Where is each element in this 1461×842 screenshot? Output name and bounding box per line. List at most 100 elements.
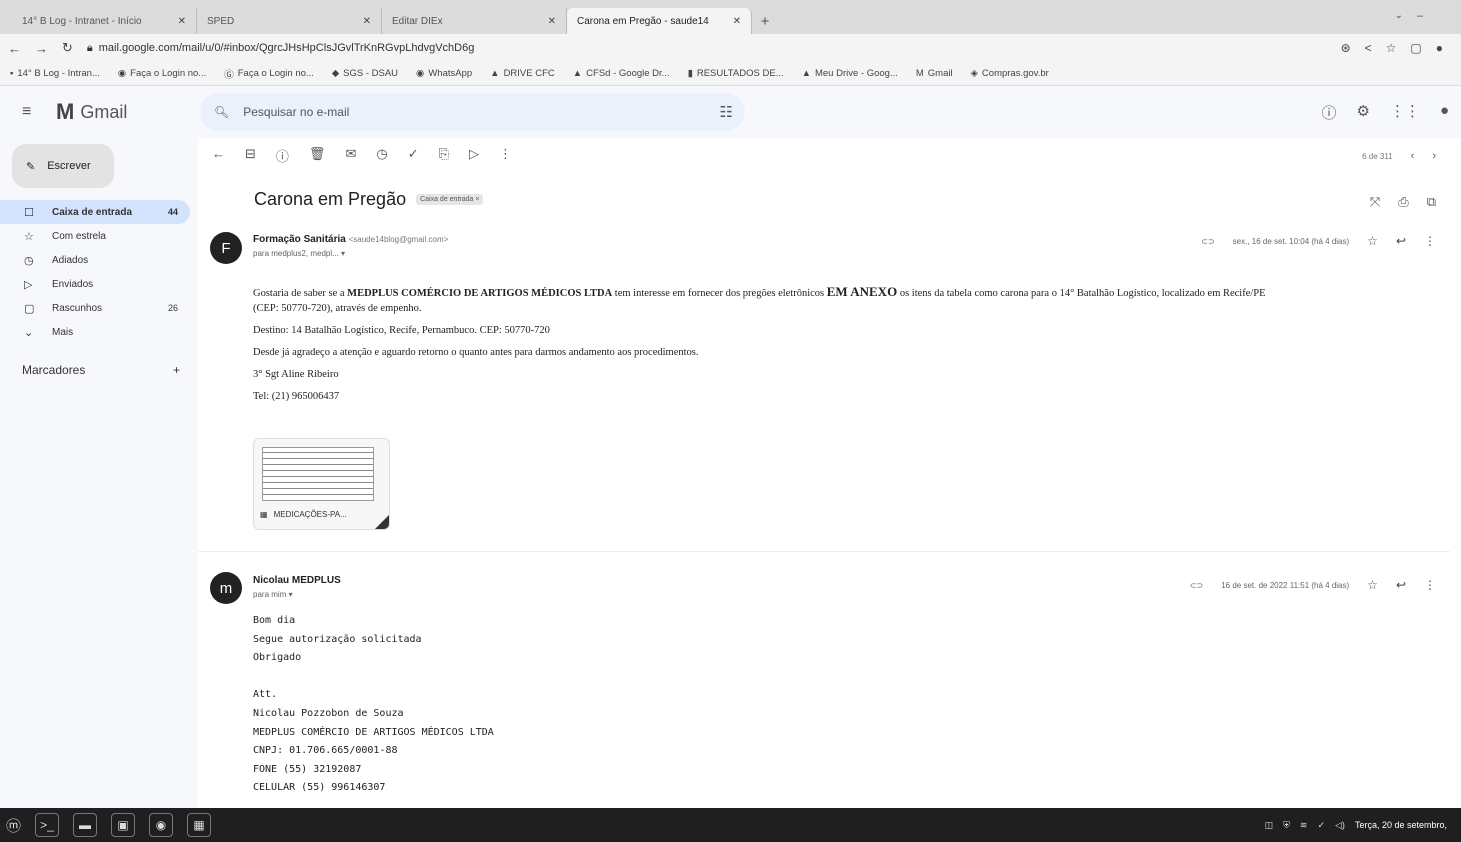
sidebar-item-more[interactable]: ⌄ Mais: [0, 320, 190, 344]
bookmark-item[interactable]: ◈ Compras.gov.br: [971, 68, 1049, 79]
reply-icon[interactable]: ↩: [1396, 578, 1406, 592]
bookmark-item[interactable]: ◉ Faça o Login no...: [118, 68, 206, 79]
tab-gmail-active[interactable]: Carona em Pregão - saude14 ✕: [567, 8, 752, 34]
tab-search-icon[interactable]: ⌄: [1395, 10, 1403, 21]
back-icon[interactable]: ←: [8, 41, 21, 56]
window-icon[interactable]: ▢: [1410, 41, 1421, 55]
inbox-tag[interactable]: Caixa de entrada ×: [416, 194, 484, 205]
delete-icon[interactable]: 🗑︎: [309, 146, 326, 165]
star-icon[interactable]: ☆: [1367, 234, 1378, 248]
bookmark-item[interactable]: ◉ WhatsApp: [416, 68, 472, 79]
settings-icon[interactable]: ⚙: [1356, 102, 1369, 123]
sender-name[interactable]: Formação Sanitária: [253, 234, 346, 245]
back-arrow-icon[interactable]: ←: [212, 146, 225, 165]
app-icon[interactable]: ▣: [111, 813, 136, 837]
forward-icon[interactable]: →: [35, 41, 48, 56]
recipients[interactable]: para medplus2, medpl... ▾: [253, 249, 345, 258]
close-icon[interactable]: ✕: [363, 16, 371, 27]
clock[interactable]: Terça, 20 de setembro,: [1355, 820, 1447, 830]
recipients[interactable]: para mim ▾: [253, 590, 293, 599]
report-spam-icon[interactable]: ⓘ: [276, 146, 289, 165]
bookmark-item[interactable]: ▮ RESULTADOS DE...: [688, 68, 784, 79]
terminal-icon[interactable]: >_: [35, 813, 60, 837]
search-bar[interactable]: 🔍︎ Pesquisar no e-mail ☷: [200, 93, 745, 131]
profile-icon[interactable]: ●: [1436, 41, 1443, 55]
bookmark-star-icon[interactable]: ☆: [1386, 41, 1397, 55]
avatar[interactable]: m: [210, 572, 242, 604]
label-icon[interactable]: ▷: [469, 146, 479, 165]
bookmark-item[interactable]: M Gmail: [916, 68, 953, 79]
bookmark-item[interactable]: ▲ Meu Drive - Goog...: [802, 68, 898, 79]
account-avatar-icon[interactable]: ●: [1440, 102, 1449, 123]
sidebar-item-inbox[interactable]: ☐ Caixa de entrada 44: [0, 200, 190, 224]
message-body: Bom dia Segue autorização solicitada Obr…: [253, 615, 494, 794]
help-icon[interactable]: ⓘ: [1321, 102, 1336, 123]
compose-button[interactable]: ✎ Escrever: [12, 144, 114, 188]
more-vert-icon[interactable]: ⋮: [499, 146, 512, 165]
search-icon[interactable]: 🔍︎: [214, 105, 229, 119]
pen-icon[interactable]: ✓: [1317, 820, 1325, 831]
new-tab-button[interactable]: +: [752, 8, 778, 34]
reload-icon[interactable]: ↻: [62, 40, 73, 56]
expand-all-icon[interactable]: ⤧: [1370, 194, 1380, 210]
archive-icon[interactable]: ⊟: [245, 146, 256, 165]
url-bar[interactable]: 🔒︎ mail.google.com/mail/u/0/#inbox/QgrcJ…: [87, 42, 474, 55]
mark-unread-icon[interactable]: ✉: [345, 146, 356, 165]
close-icon[interactable]: ✕: [178, 16, 186, 27]
system-tray: ◫ ⛨ ≋ ✓ ◁) Terça, 20 de setembro,: [1265, 820, 1461, 831]
shield-icon[interactable]: ⛨: [1283, 820, 1290, 831]
draft-icon: ▢: [24, 302, 35, 315]
signature-name: 3° Sgt Aline Ribeiro: [253, 369, 339, 380]
gmail-header: ≡ M Gmail 🔍︎ Pesquisar no e-mail ☷ ⓘ ⚙ ⋮…: [0, 86, 1461, 138]
bookmark-item[interactable]: ▪ 14° B Log - Intran...: [10, 68, 100, 79]
sidebar-item-starred[interactable]: ☆ Com estrela: [0, 224, 190, 248]
chevron-right-icon[interactable]: ›: [1432, 150, 1436, 162]
browser-icon[interactable]: ◉: [149, 813, 174, 837]
start-menu-icon[interactable]: ⓜ: [6, 815, 21, 836]
bookmark-item[interactable]: ▲ CFSd - Google Dr...: [573, 68, 670, 79]
more-vert-icon[interactable]: ⋮: [1424, 234, 1436, 248]
print-icon[interactable]: ⎙: [1398, 194, 1408, 210]
sender-name[interactable]: Nicolau MEDPLUS: [253, 575, 341, 586]
star-icon[interactable]: ☆: [1367, 578, 1378, 592]
bookmark-item[interactable]: Ⓖ Faça o Login no...: [224, 67, 314, 81]
apps-grid-icon[interactable]: ⋮⋮: [1390, 102, 1420, 123]
network-icon[interactable]: ≋: [1300, 820, 1308, 831]
sidebar-item-snoozed[interactable]: ◷ Adiados: [0, 248, 190, 272]
folder-icon[interactable]: ▬: [73, 813, 98, 837]
menu-icon[interactable]: ≡: [22, 103, 44, 121]
add-label-icon[interactable]: +: [173, 363, 180, 377]
minimize-icon[interactable]: –: [1417, 10, 1423, 22]
attachment-thumbnail: [262, 447, 374, 501]
sender-line: Formação Sanitária <saude14blog@gmail.co…: [253, 234, 448, 245]
calculator-icon[interactable]: ▦: [187, 813, 212, 837]
reply-icon[interactable]: ↩: [1396, 234, 1406, 248]
bookmark-item[interactable]: ▲ DRIVE CFC: [490, 68, 555, 79]
gmail-logo[interactable]: M Gmail: [56, 99, 127, 125]
tab-intranet[interactable]: 14° B Log - Intranet - Início ✕: [12, 8, 197, 34]
sidebar-item-drafts[interactable]: ▢ Rascunhos 26: [0, 296, 190, 320]
avatar[interactable]: F: [210, 232, 242, 264]
attachment-name: ▦ MEDICAÇÕES-PA...: [260, 510, 347, 519]
volume-icon[interactable]: ◁): [1335, 820, 1345, 831]
share-icon[interactable]: <: [1365, 41, 1372, 55]
search-options-icon[interactable]: ☷: [720, 103, 733, 121]
bookmark-item[interactable]: ◆ SGS - DSAU: [332, 68, 398, 79]
attachment-card[interactable]: ▦ MEDICAÇÕES-PA...: [253, 438, 390, 530]
close-icon[interactable]: ✕: [548, 16, 556, 27]
snooze-icon[interactable]: ◷: [376, 146, 387, 165]
message-date: sex., 16 de set. 10:04 (há 4 dias): [1232, 236, 1350, 246]
close-icon[interactable]: ✕: [733, 16, 741, 27]
sidebar-item-sent[interactable]: ▷ Enviados: [0, 272, 190, 296]
add-task-icon[interactable]: ✓: [408, 146, 419, 165]
more-vert-icon[interactable]: ⋮: [1424, 578, 1436, 592]
key-icon[interactable]: ⊛: [1341, 41, 1351, 55]
workspace-icon[interactable]: ◫: [1265, 820, 1274, 831]
tab-sped[interactable]: SPED ✕: [197, 8, 382, 34]
open-new-window-icon[interactable]: ⧉: [1427, 194, 1436, 210]
search-input[interactable]: Pesquisar no e-mail: [243, 105, 349, 119]
move-to-icon[interactable]: ⎘: [439, 146, 449, 165]
tab-editar-diex[interactable]: Editar DIEx ✕: [382, 8, 567, 34]
message-toolbar: ← ⊟ ⓘ 🗑︎ ✉ ◷ ✓ ⎘ ▷ ⋮: [212, 146, 512, 165]
chevron-left-icon[interactable]: ‹: [1411, 150, 1415, 162]
